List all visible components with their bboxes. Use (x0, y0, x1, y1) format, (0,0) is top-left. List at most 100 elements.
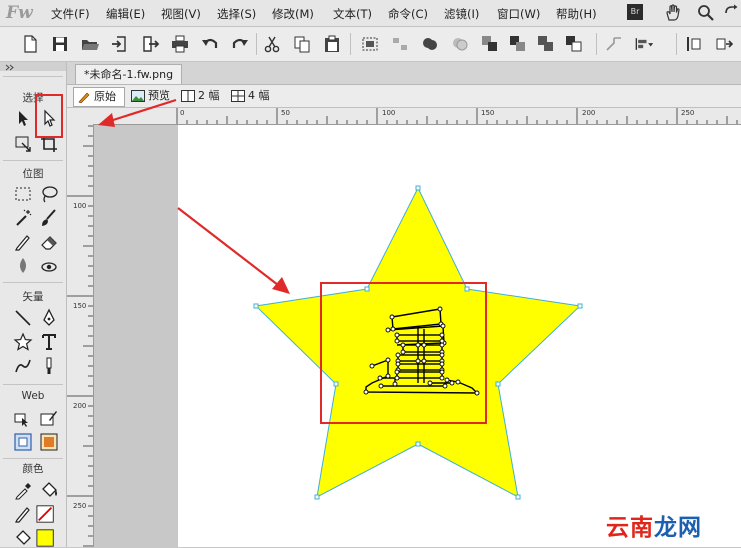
top-ruler[interactable]: 0 50 100 150 200 250 (93, 108, 741, 125)
flip-icon[interactable] (714, 34, 734, 54)
import-icon[interactable] (110, 34, 130, 54)
export-icon[interactable] (140, 34, 160, 54)
paste-icon[interactable] (322, 34, 342, 54)
scale-tool-icon[interactable] (13, 134, 33, 154)
section-divider (3, 384, 63, 385)
send-to-back-icon[interactable] (564, 34, 584, 54)
distribute-icon[interactable] (604, 34, 624, 54)
hotspot-tool-icon[interactable] (13, 408, 33, 428)
section-divider (3, 76, 63, 77)
toolbar-divider (596, 33, 597, 55)
menu-commands[interactable]: 命令(C) (388, 6, 428, 22)
pen-tool-icon[interactable] (39, 308, 59, 328)
menu-select[interactable]: 选择(S) (217, 6, 256, 22)
menu-edit[interactable]: 编辑(E) (106, 6, 145, 22)
view-original-button[interactable]: 原始 (73, 87, 125, 107)
ungroup-icon[interactable] (390, 34, 410, 54)
show-slices-icon[interactable] (39, 432, 59, 452)
brush-tool-icon[interactable] (39, 208, 59, 228)
split-icon[interactable] (450, 34, 470, 54)
join-icon[interactable] (420, 34, 440, 54)
view-preview-label: 预览 (148, 89, 170, 102)
red-eye-tool-icon[interactable] (39, 256, 59, 276)
marquee-tool-icon[interactable] (13, 184, 33, 204)
tools-panel: 选择 位图 矢量 Web 颜色 (0, 62, 67, 547)
print-icon[interactable] (170, 34, 190, 54)
tools-section-colors: 颜色 (22, 463, 44, 475)
toolbar-divider (676, 33, 677, 55)
pencil-tool-icon[interactable] (13, 232, 33, 252)
bring-to-front-icon[interactable] (480, 34, 500, 54)
document-tab[interactable]: *未命名-1.fw.png (75, 64, 183, 84)
ruler-corner (67, 108, 94, 125)
rotate-left-icon[interactable] (684, 34, 704, 54)
view-4up-button[interactable]: 4 幅 (228, 87, 288, 105)
document-canvas[interactable] (178, 125, 741, 547)
section-divider (3, 160, 63, 161)
view-mode-bar: 原始 预览 2 幅 4 幅 (67, 85, 741, 108)
ruler-label: 250 (681, 109, 695, 117)
menu-file[interactable]: 文件(F) (51, 6, 90, 22)
watermark-part2: 龙网 (654, 515, 702, 541)
eraser-tool-icon[interactable] (39, 232, 59, 252)
redo-icon[interactable] (230, 34, 250, 54)
stroke-color-swatch[interactable] (36, 504, 56, 524)
save-icon[interactable] (50, 34, 70, 54)
cut-icon[interactable] (262, 34, 282, 54)
slice-tool-icon[interactable] (39, 408, 59, 428)
copy-icon[interactable] (292, 34, 312, 54)
star-shape-tool-icon[interactable] (13, 332, 33, 352)
group-icon[interactable] (360, 34, 380, 54)
eyedropper-tool-icon[interactable] (13, 480, 33, 500)
watermark-part1: 云南 (606, 515, 654, 541)
hide-slices-icon[interactable] (13, 432, 33, 452)
fill-color-swatch[interactable] (36, 528, 56, 548)
panel-collapse-handle[interactable] (0, 62, 66, 71)
four-up-icon (231, 90, 245, 102)
send-backward-icon[interactable] (536, 34, 556, 54)
align-dropdown-icon[interactable] (634, 34, 654, 54)
menu-help[interactable]: 帮助(H) (556, 6, 597, 22)
menu-window[interactable]: 窗口(W) (497, 6, 540, 22)
ruler-label: 100 (73, 202, 87, 210)
zoom-icon[interactable] (696, 3, 716, 23)
text-tool-icon[interactable] (39, 332, 59, 352)
freeform-tool-icon[interactable] (13, 356, 33, 376)
line-tool-icon[interactable] (13, 308, 33, 328)
ruler-label: 100 (382, 109, 396, 117)
pointer-tool-icon[interactable] (13, 108, 33, 128)
new-document-icon[interactable] (20, 34, 40, 54)
menu-modify[interactable]: 修改(M) (272, 6, 314, 22)
ruler-label: 200 (73, 402, 87, 410)
tools-section-web: Web (21, 390, 45, 402)
paint-bucket-tool-icon[interactable] (39, 480, 59, 500)
main-toolbar (0, 27, 741, 62)
rotate-view-icon[interactable] (722, 3, 741, 23)
menu-text[interactable]: 文本(T) (333, 6, 372, 22)
magic-wand-tool-icon[interactable] (13, 208, 33, 228)
ruler-label: 150 (73, 302, 87, 310)
section-divider (3, 458, 63, 459)
toolbar-divider (256, 33, 257, 55)
top-ruler-ticks (176, 108, 738, 124)
blur-tool-icon[interactable] (13, 256, 33, 276)
view-original-label: 原始 (94, 90, 116, 103)
undo-icon[interactable] (200, 34, 220, 54)
document-tab-bar: *未命名-1.fw.png (67, 62, 741, 85)
menu-bar: Fw 文件(F) 编辑(E) 视图(V) 选择(S) 修改(M) 文本(T) 命… (0, 0, 741, 27)
preview-image-icon (131, 90, 145, 102)
menu-view[interactable]: 视图(V) (161, 6, 201, 22)
hand-icon[interactable] (663, 3, 683, 23)
left-ruler[interactable]: 100 150 200 250 (67, 124, 94, 547)
lasso-tool-icon[interactable] (39, 184, 59, 204)
bring-forward-icon[interactable] (508, 34, 528, 54)
menu-filters[interactable]: 滤镜(I) (444, 6, 479, 22)
site-watermark: 云南龙网 (606, 508, 702, 542)
collapse-arrows-icon (5, 64, 14, 71)
bridge-button[interactable]: Br (627, 4, 643, 20)
section-divider (3, 282, 63, 283)
ruler-label: 0 (180, 109, 185, 117)
open-folder-icon[interactable] (80, 34, 100, 54)
app-logo: Fw (6, 3, 33, 23)
knife-tool-icon[interactable] (39, 356, 59, 376)
